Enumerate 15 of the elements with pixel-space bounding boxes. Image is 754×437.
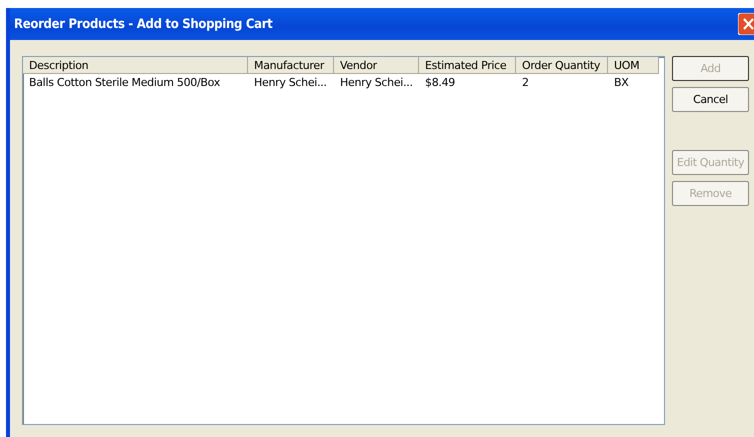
table-cell-text: Henry Schei... (253, 75, 328, 91)
table-cell-text: Henry Schei... (339, 75, 414, 91)
table-cell-text: $8.49 (424, 75, 456, 91)
column-header[interactable]: Estimated Price (419, 57, 516, 74)
column-header[interactable]: Description (23, 57, 248, 74)
table-cell-text: Balls Cotton Sterile Medium 500/Box (28, 75, 221, 91)
column-header[interactable]: Manufacturer (248, 57, 334, 74)
table-cell-text: BX (613, 75, 630, 91)
dialog-button[interactable]: Cancel (672, 87, 749, 112)
column-header[interactable]: Vendor (334, 57, 419, 74)
column-header[interactable]: UOM (608, 57, 659, 74)
table-cell-text: 2 (521, 75, 530, 91)
window-title: Reorder Products - Add to Shopping Cart (14, 16, 272, 32)
close-icon[interactable] (738, 13, 754, 35)
column-header[interactable]: Order Quantity (516, 57, 608, 74)
